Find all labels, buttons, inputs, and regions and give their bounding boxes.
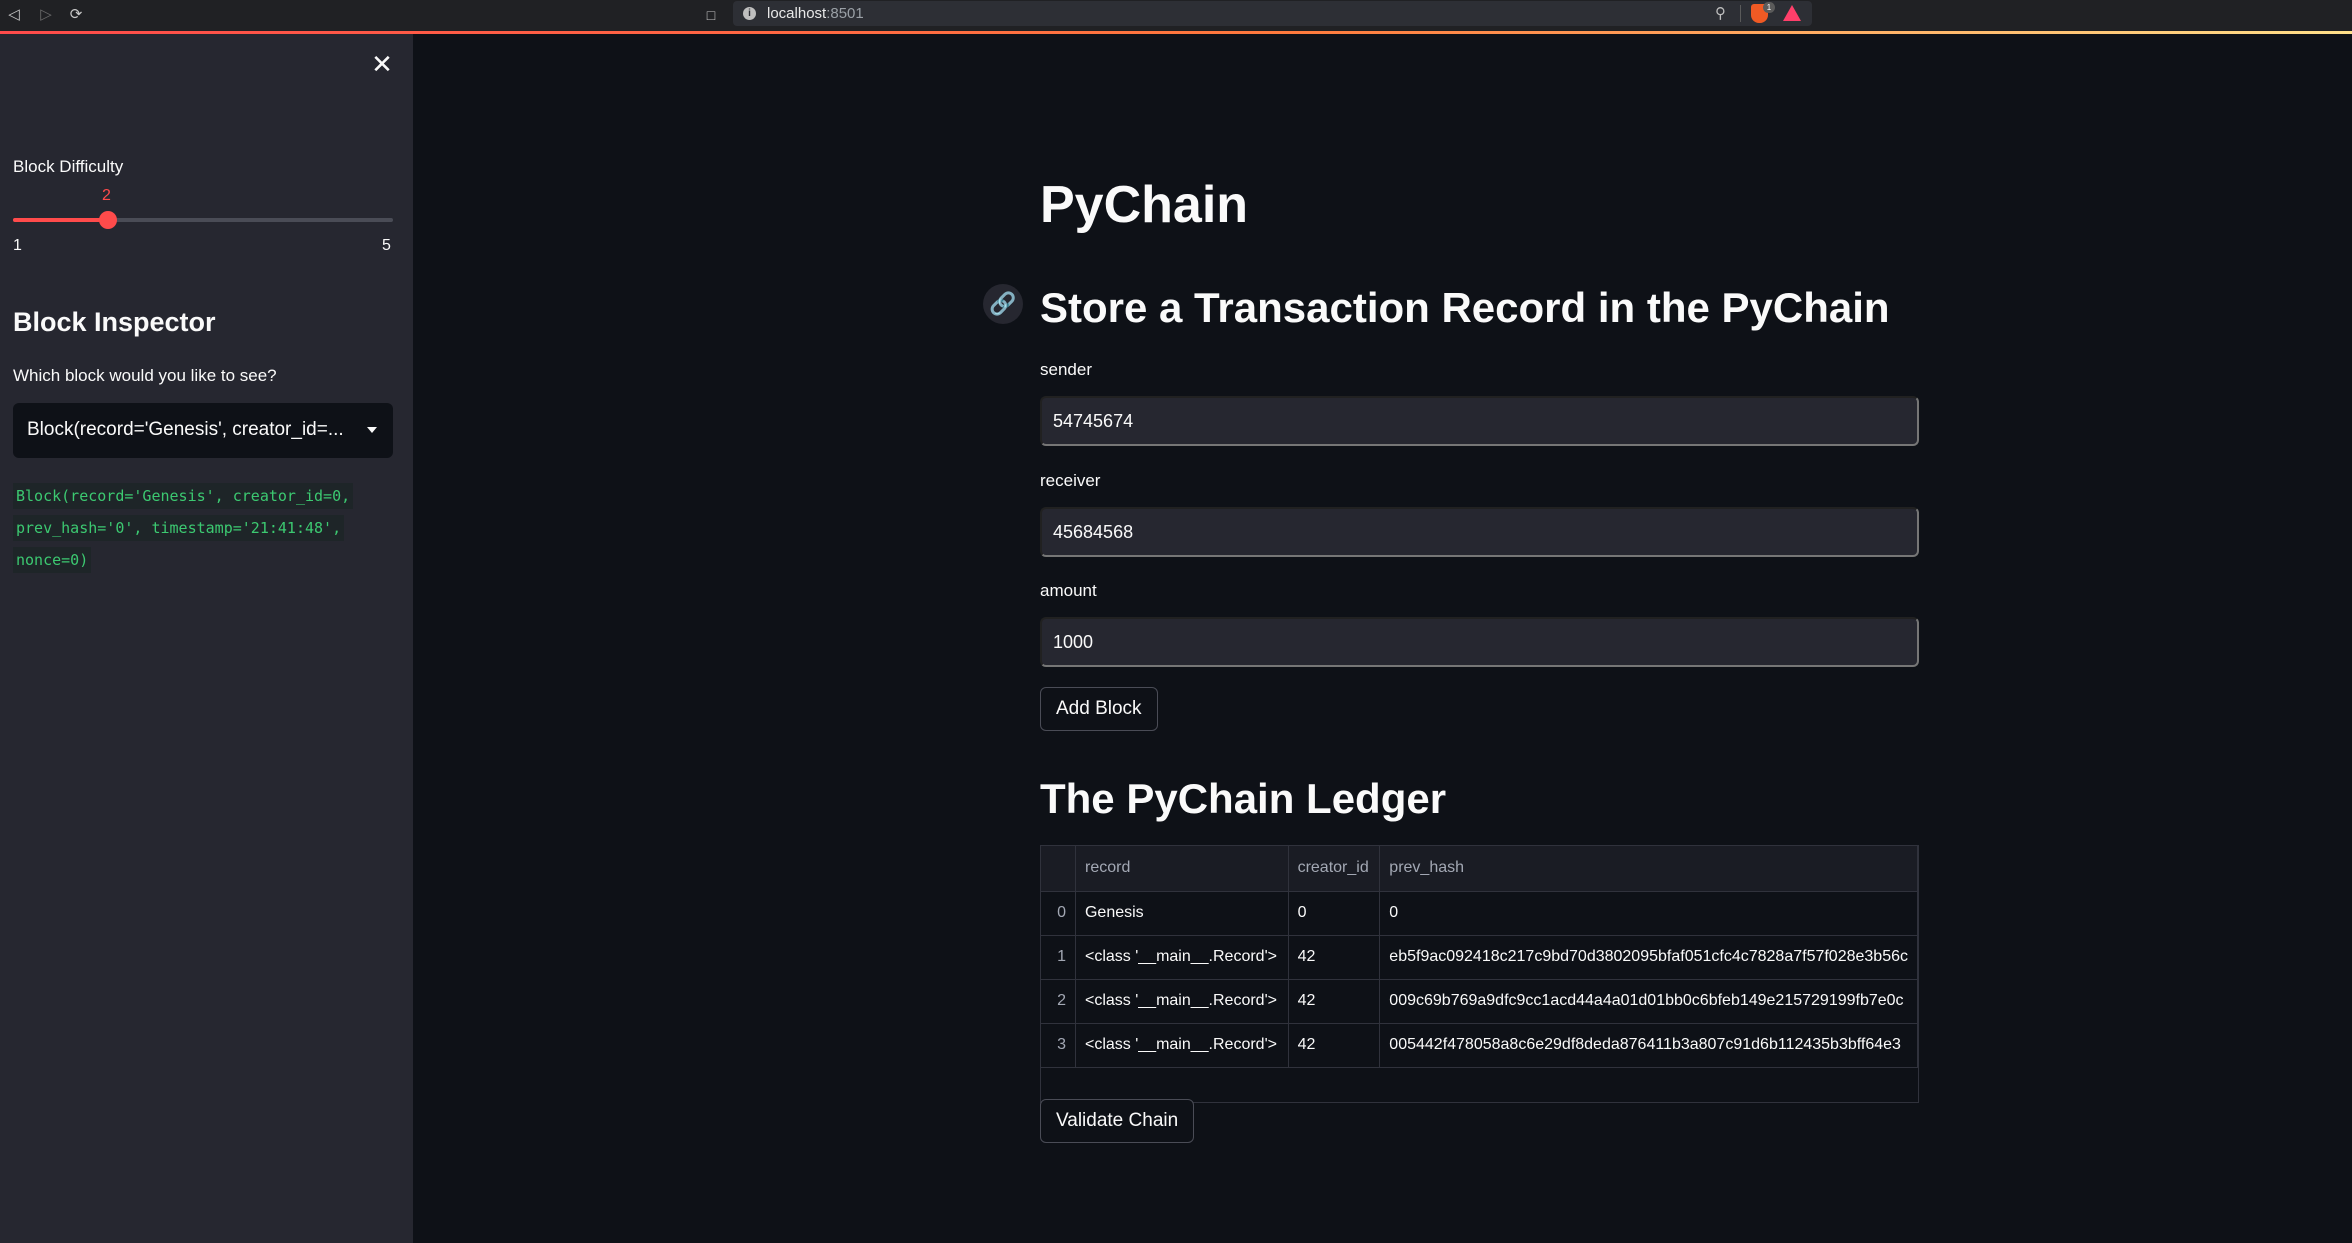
prev-hash-cell[interactable]: 009c69b769a9dfc9cc1acd44a4a01d01bb0c6bfe… bbox=[1379, 979, 1918, 1024]
amount-label: amount bbox=[1040, 581, 1097, 600]
zoom-icon[interactable]: ⚲ bbox=[1715, 4, 1726, 22]
record-cell[interactable]: <class '__main__.Record'> bbox=[1075, 979, 1289, 1024]
shields-count-badge: 1 bbox=[1763, 2, 1775, 13]
block-select[interactable]: Block(record='Genesis', creator_id=... bbox=[13, 403, 393, 458]
slider-label: Block Difficulty bbox=[13, 157, 124, 176]
prev-hash-cell[interactable]: 0 bbox=[1379, 891, 1918, 936]
row-index: 2 bbox=[1041, 979, 1076, 1024]
anchor-link-icon[interactable]: 🔗 bbox=[983, 284, 1023, 324]
main-content: PyChain 🔗 Store a Transaction Record in … bbox=[413, 34, 2352, 1243]
receiver-label: receiver bbox=[1040, 471, 1101, 490]
section-heading-store: Store a Transaction Record in the PyChai… bbox=[1040, 284, 1890, 331]
column-header-record[interactable]: record bbox=[1075, 846, 1289, 892]
ledger-heading: The PyChain Ledger bbox=[1040, 775, 1447, 822]
row-index: 0 bbox=[1041, 891, 1076, 936]
brave-rewards-icon[interactable] bbox=[1783, 5, 1801, 21]
block-code-text: Block(record='Genesis', creator_id=0, pr… bbox=[13, 483, 354, 573]
bookmark-icon[interactable]: □ bbox=[700, 4, 722, 26]
chevron-down-icon bbox=[367, 427, 377, 433]
column-header-creator-id[interactable]: creator_id bbox=[1288, 846, 1381, 892]
difficulty-slider-handle[interactable] bbox=[99, 211, 117, 229]
row-index: 1 bbox=[1041, 935, 1076, 980]
block-inspector-heading: Block Inspector bbox=[13, 307, 216, 337]
creator-id-cell[interactable]: 42 bbox=[1288, 1023, 1381, 1068]
creator-id-cell[interactable]: 0 bbox=[1288, 891, 1381, 936]
creator-id-cell[interactable]: 42 bbox=[1288, 935, 1381, 980]
difficulty-slider-track[interactable] bbox=[13, 218, 393, 222]
block-code-output: Block(record='Genesis', creator_id=0, pr… bbox=[13, 480, 373, 576]
forward-icon[interactable]: ▷ bbox=[36, 5, 56, 25]
reload-icon[interactable]: ⟳ bbox=[66, 5, 86, 25]
slider-min-label: 1 bbox=[13, 237, 22, 254]
table-row: 0 Genesis 0 0 bbox=[1041, 891, 1918, 936]
site-info-icon[interactable]: i bbox=[743, 7, 756, 20]
record-cell[interactable]: <class '__main__.Record'> bbox=[1075, 935, 1289, 980]
prev-hash-cell[interactable]: 005442f478058a8c6e29df8deda876411b3a807c… bbox=[1379, 1023, 1918, 1068]
table-header-row: record creator_id prev_hash bbox=[1041, 846, 1918, 892]
toolbar-divider bbox=[1740, 5, 1741, 22]
browser-toolbar: ◁ ▷ ⟳ □ i localhost:8501 ⚲ 1 bbox=[0, 0, 2352, 31]
receiver-input[interactable] bbox=[1040, 507, 1919, 557]
slider-max-label: 5 bbox=[382, 237, 391, 254]
add-block-button[interactable]: Add Block bbox=[1040, 687, 1158, 731]
index-header bbox=[1041, 846, 1076, 892]
record-cell[interactable]: <class '__main__.Record'> bbox=[1075, 1023, 1289, 1068]
sender-label: sender bbox=[1040, 360, 1092, 379]
sender-input[interactable] bbox=[1040, 396, 1919, 446]
slider-current-value: 2 bbox=[102, 187, 111, 204]
close-sidebar-icon[interactable]: ✕ bbox=[368, 50, 396, 78]
block-select-value: Block(record='Genesis', creator_id=... bbox=[27, 419, 344, 440]
table-row: 1 <class '__main__.Record'> 42 eb5f9ac09… bbox=[1041, 935, 1918, 980]
table-row: 2 <class '__main__.Record'> 42 009c69b76… bbox=[1041, 979, 1918, 1024]
validate-chain-button[interactable]: Validate Chain bbox=[1040, 1099, 1195, 1143]
table-row: 3 <class '__main__.Record'> 42 005442f47… bbox=[1041, 1023, 1918, 1068]
record-cell[interactable]: Genesis bbox=[1075, 891, 1289, 936]
creator-id-cell[interactable]: 42 bbox=[1288, 979, 1381, 1024]
url-port: :8501 bbox=[826, 5, 864, 22]
block-select-label: Which block would you like to see? bbox=[13, 366, 277, 385]
url-host: localhost bbox=[767, 5, 827, 22]
sidebar: ✕ Block Difficulty 2 1 5 Block Inspector… bbox=[0, 34, 413, 1243]
row-index: 3 bbox=[1041, 1023, 1076, 1068]
address-bar[interactable]: i localhost:8501 ⚲ 1 bbox=[733, 1, 1812, 26]
difficulty-slider-fill bbox=[13, 218, 108, 222]
page-title: PyChain bbox=[1040, 176, 1249, 234]
ledger-table[interactable]: record creator_id prev_hash 0 Genesis 0 … bbox=[1040, 845, 1919, 1103]
amount-input[interactable] bbox=[1040, 617, 1919, 667]
column-header-prev-hash[interactable]: prev_hash bbox=[1379, 846, 1918, 892]
back-icon[interactable]: ◁ bbox=[4, 5, 24, 25]
prev-hash-cell[interactable]: eb5f9ac092418c217c9bd70d3802095bfaf051cf… bbox=[1379, 935, 1918, 980]
url-text[interactable]: localhost:8501 bbox=[767, 5, 864, 22]
